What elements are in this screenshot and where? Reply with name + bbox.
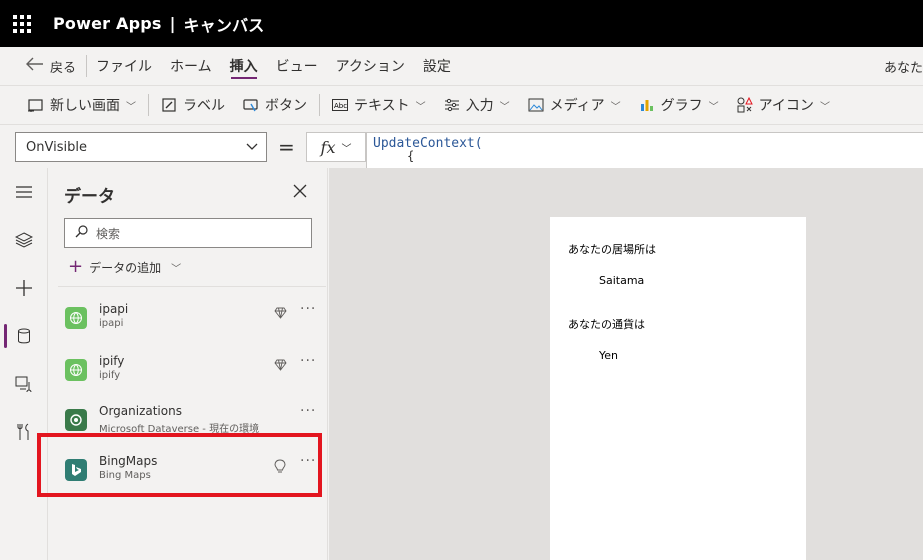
icons-button[interactable]: アイコン ﹀ <box>737 95 830 115</box>
tree-view-icon[interactable] <box>0 224 48 256</box>
chevron-down-icon: ﹀ <box>610 101 621 113</box>
property-value: OnVisible <box>26 139 87 155</box>
diamond-icon <box>274 307 287 323</box>
data-panel: データ 検索 + データの追加 ﹀ ipapi ipapi ··· ipify … <box>48 168 328 560</box>
input-label: 入力 <box>465 98 494 114</box>
chevron-down-icon <box>246 140 258 155</box>
data-source-ipapi[interactable]: ipapi ipapi ··· <box>48 298 328 348</box>
left-rail <box>0 168 48 560</box>
location-label[interactable]: あなたの居場所は <box>568 241 656 257</box>
app-launcher-icon[interactable] <box>0 0 44 47</box>
back-arrow-icon <box>26 56 44 76</box>
text-button[interactable]: Abc テキスト ﹀ <box>332 95 426 115</box>
chart-button[interactable]: グラフ ﹀ <box>639 95 719 115</box>
input-button[interactable]: 入力 ﹀ <box>444 95 510 115</box>
text-icon: Abc <box>332 97 348 113</box>
dataverse-icon <box>65 409 87 431</box>
back-label: 戻る <box>50 60 77 76</box>
text-label: テキスト <box>354 98 410 114</box>
new-screen-button[interactable]: 新しい画面 ﹀ <box>28 95 136 115</box>
chevron-down-icon: ﹀ <box>341 143 352 155</box>
app-header: Power Apps | キャンバス <box>0 0 923 47</box>
search-box[interactable]: 検索 <box>64 218 312 248</box>
label-button[interactable]: ラベル <box>161 95 225 115</box>
icons-icon <box>737 97 753 113</box>
menu-bar: 戻る ファイル ホーム 挿入 ビュー アクション 設定 あなた <box>0 47 923 85</box>
canvas-area: あなたの居場所は Saitama あなたの通貨は Yen <box>329 168 923 560</box>
panel-divider <box>58 286 326 287</box>
chevron-down-icon: ﹀ <box>126 101 136 113</box>
search-icon <box>75 225 88 241</box>
data-source-sub: ipapi <box>99 318 124 329</box>
equals-sign: = <box>278 135 295 159</box>
media-label: メディア <box>549 98 605 114</box>
data-icon[interactable] <box>0 320 48 352</box>
button-label: ボタン <box>265 98 307 114</box>
chevron-down-icon: ﹀ <box>708 101 719 113</box>
data-source-name: ipapi <box>99 302 129 316</box>
more-options-icon[interactable]: ··· <box>300 353 316 369</box>
insert-plus-icon[interactable] <box>0 272 48 304</box>
panel-title: データ <box>64 187 115 207</box>
svg-text:Abc: Abc <box>334 102 347 110</box>
chevron-down-icon: ﹀ <box>171 263 182 275</box>
formula-input[interactable]: UpdateContext( { <box>366 132 923 169</box>
input-icon <box>444 97 460 113</box>
data-source-sub: ipify <box>99 370 121 381</box>
fx-button[interactable]: fx ﹀ <box>306 132 366 162</box>
new-screen-label: 新しい画面 <box>50 98 120 114</box>
media-button[interactable]: メディア ﹀ <box>528 95 621 115</box>
canvas-title: キャンバス <box>183 15 265 35</box>
title-separator: | <box>169 14 176 33</box>
menu-settings[interactable]: 設定 <box>414 47 460 85</box>
fx-icon: fx <box>320 137 336 157</box>
chart-icon <box>639 97 655 113</box>
globe-icon <box>65 307 87 329</box>
button-button[interactable]: ボタン <box>243 95 307 115</box>
insert-toolbar: 新しい画面 ﹀ ラベル ボタン Abc テキスト ﹀ 入力 ﹀ メディア ﹀ グ… <box>0 85 923 124</box>
more-options-icon[interactable]: ··· <box>300 301 316 317</box>
property-dropdown[interactable]: OnVisible <box>15 132 267 162</box>
currency-label[interactable]: あなたの通貨は <box>568 316 645 332</box>
add-data-button[interactable]: + データの追加 ﹀ <box>68 258 181 276</box>
label-icon <box>161 97 177 113</box>
toolbar-divider <box>319 94 320 116</box>
data-source-name: Organizations <box>99 404 182 418</box>
user-menu[interactable]: あなた <box>884 47 923 85</box>
app-screen[interactable]: あなたの居場所は Saitama あなたの通貨は Yen <box>550 217 806 560</box>
currency-value[interactable]: Yen <box>599 349 618 362</box>
chart-label: グラフ <box>660 98 703 114</box>
location-value[interactable]: Saitama <box>599 274 644 287</box>
add-data-label: データの追加 <box>89 260 162 275</box>
menu-action[interactable]: アクション <box>327 47 414 85</box>
media-icon <box>528 97 544 113</box>
menu-file[interactable]: ファイル <box>87 47 161 85</box>
more-options-icon[interactable]: ··· <box>300 403 316 419</box>
chevron-down-icon: ﹀ <box>499 101 510 113</box>
search-placeholder: 検索 <box>96 226 121 241</box>
diamond-icon <box>274 359 287 375</box>
plus-icon: + <box>68 256 84 277</box>
icons-label: アイコン <box>758 98 814 114</box>
formula-line-2: { <box>407 149 415 163</box>
chevron-down-icon: ﹀ <box>415 101 426 113</box>
new-screen-icon <box>28 97 44 113</box>
highlight-annotation-box <box>37 433 322 497</box>
data-source-ipify[interactable]: ipify ipify ··· <box>48 350 328 400</box>
media-library-icon[interactable] <box>0 368 48 400</box>
hamburger-menu-icon[interactable] <box>0 176 48 208</box>
close-icon[interactable] <box>293 182 307 203</box>
toolbar-divider <box>148 94 149 116</box>
button-icon <box>243 97 259 113</box>
chevron-down-icon: ﹀ <box>819 101 830 113</box>
back-button[interactable]: 戻る <box>26 55 88 77</box>
menu-view[interactable]: ビュー <box>267 47 327 85</box>
label-label: ラベル <box>183 98 225 114</box>
app-name: Power Apps <box>53 14 162 33</box>
globe-icon <box>65 359 87 381</box>
formula-bar: OnVisible = fx ﹀ UpdateContext( { <box>0 124 923 169</box>
menu-home[interactable]: ホーム <box>161 47 221 85</box>
data-source-name: ipify <box>99 354 125 368</box>
menu-insert[interactable]: 挿入 <box>221 47 267 85</box>
